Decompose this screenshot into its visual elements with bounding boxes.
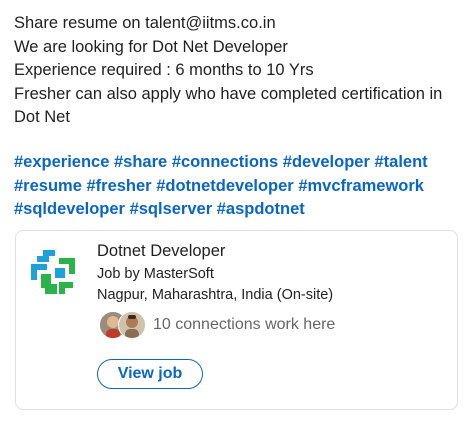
avatar — [118, 311, 146, 339]
hashtag-link[interactable]: #share — [114, 153, 167, 171]
hashtag-link[interactable]: #talent — [374, 153, 427, 171]
hashtag-link[interactable]: #mvcframework — [298, 177, 424, 195]
hashtag-link[interactable]: #developer — [283, 153, 370, 171]
job-company: Job by MasterSoft — [97, 266, 214, 282]
hashtag-link[interactable]: #experience — [14, 153, 109, 171]
post-line: Dot Net — [14, 108, 70, 126]
job-card[interactable]: Dotnet Developer Job by MasterSoft Nagpu… — [15, 230, 458, 410]
hashtag-link[interactable]: #connections — [172, 153, 278, 171]
view-job-button[interactable]: View job — [97, 359, 203, 389]
hashtag-link[interactable]: #dotnetdeveloper — [156, 177, 294, 195]
job-title[interactable]: Dotnet Developer — [97, 242, 225, 261]
hashtag-line: #resume #fresher #dotnetdeveloper #mvcfr… — [14, 175, 466, 199]
hashtag-link[interactable]: #resume — [14, 177, 82, 195]
hashtag-link[interactable]: #fresher — [86, 177, 151, 195]
post-line: Experience required : 6 months to 10 Yrs — [14, 61, 314, 79]
hashtag-link[interactable]: #sqldeveloper — [14, 200, 125, 218]
post-line: We are looking for Dot Net Developer — [14, 37, 288, 56]
post-text: Share resume on talent@iitms.co.in We ar… — [14, 12, 466, 130]
post-line: Share resume on talent@iitms.co.in — [14, 14, 276, 32]
hashtag-link[interactable]: #aspdotnet — [217, 200, 305, 218]
connections-count[interactable]: 10 connections work here — [153, 316, 335, 334]
connection-avatars — [99, 311, 149, 339]
hashtag-line: #experience #share #connections #develop… — [14, 151, 466, 175]
mastersoft-logo-icon — [31, 250, 75, 294]
hashtag-link[interactable]: #sqlserver — [130, 200, 213, 218]
hashtag-line: #sqldeveloper #sqlserver #aspdotnet — [14, 198, 466, 222]
hashtags: #experience #share #connections #develop… — [14, 151, 466, 222]
post-line: Fresher can also apply who have complete… — [14, 84, 443, 103]
job-location: Nagpur, Maharashtra, India (On-site) — [97, 287, 334, 303]
